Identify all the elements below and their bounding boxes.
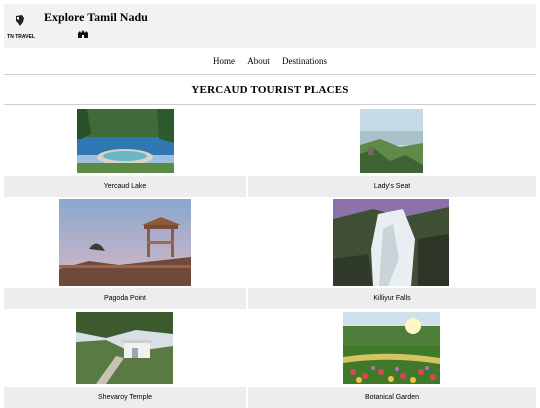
- pagoda-point-image[interactable]: [59, 199, 191, 286]
- divider: [4, 74, 536, 75]
- caption-killiyur-falls: Killiyur Falls: [248, 288, 536, 309]
- main-nav: Home About Destinations: [0, 56, 540, 66]
- site-title: Explore Tamil Nadu: [44, 10, 148, 24]
- caption-ladys-seat: Lady's Seat: [248, 176, 536, 197]
- site-header: TN TRAVEL Explore Tamil Nadu: [4, 4, 536, 48]
- place-name: Yercaud Lake: [103, 183, 147, 190]
- killiyur-falls-image[interactable]: [333, 199, 449, 286]
- page-title: YERCAUD TOURIST PLACES: [191, 84, 349, 96]
- yercaud-lake-image[interactable]: [77, 109, 174, 173]
- place-name: Botanical Garden: [364, 394, 420, 401]
- map-logo-icon: [16, 15, 24, 26]
- logo-text: TN TRAVEL: [7, 34, 35, 40]
- temple-icon: [77, 26, 89, 44]
- place-name: Shevaroy Temple: [98, 394, 152, 401]
- nav-home[interactable]: Home: [213, 56, 235, 66]
- place-name: Lady's Seat: [373, 183, 411, 190]
- caption-pagoda-point: Pagoda Point: [4, 288, 246, 309]
- place-name: Killiyur Falls: [373, 295, 411, 302]
- shevaroy-temple-image[interactable]: [76, 312, 173, 384]
- ladys-seat-image[interactable]: [360, 109, 423, 173]
- nav-destinations[interactable]: Destinations: [282, 56, 327, 66]
- place-name: Pagoda Point: [103, 295, 147, 302]
- botanical-garden-image[interactable]: [343, 312, 440, 384]
- divider: [4, 104, 536, 105]
- caption-yercaud-lake: Yercaud Lake: [4, 176, 246, 197]
- nav-about[interactable]: About: [247, 56, 270, 66]
- logo[interactable]: TN TRAVEL: [6, 12, 35, 40]
